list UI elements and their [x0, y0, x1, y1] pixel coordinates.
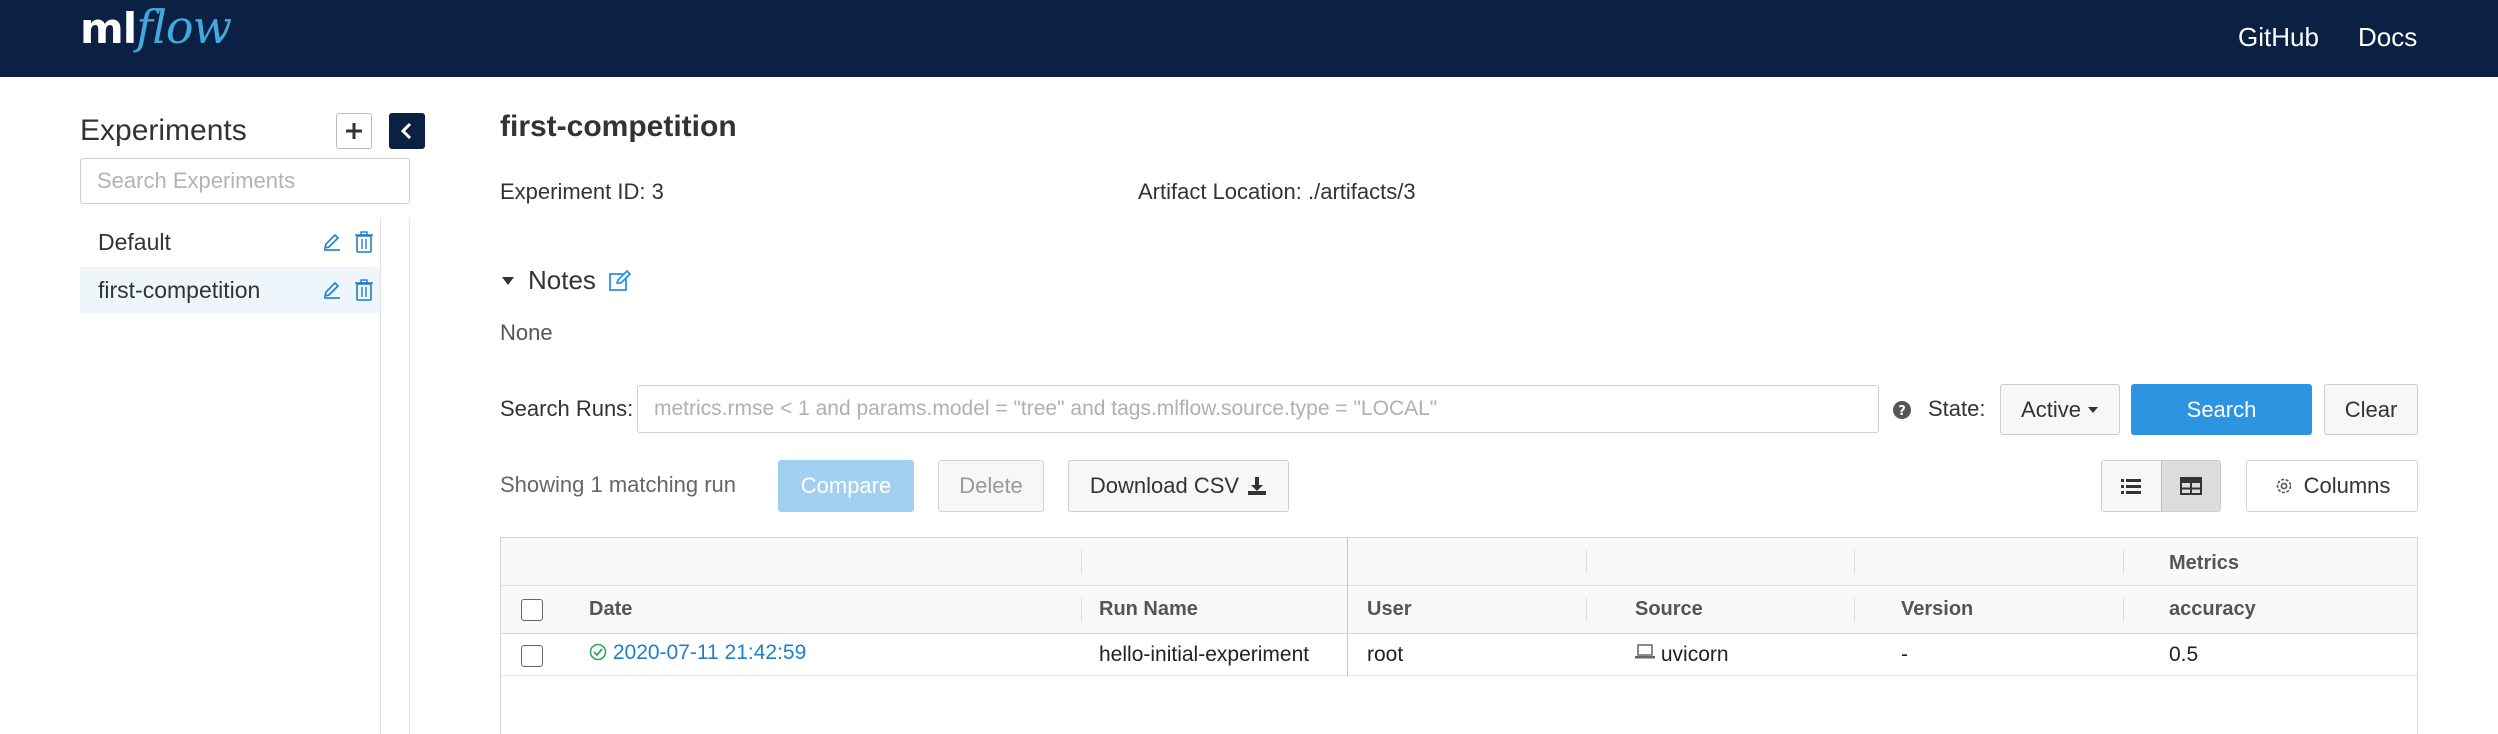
logo-ml-text: ml	[80, 4, 137, 53]
column-divider	[1081, 550, 1082, 574]
chevron-left-icon	[400, 122, 412, 140]
column-header-user[interactable]: User	[1367, 598, 1411, 621]
search-runs-input[interactable]	[637, 385, 1879, 433]
notes-content: None	[500, 320, 553, 345]
top-navbar: ml flow GitHub Docs	[0, 0, 2498, 77]
download-icon	[1248, 477, 1267, 495]
run-source-value: uvicorn	[1660, 643, 1729, 666]
column-header-source[interactable]: Source	[1635, 598, 1703, 621]
clear-button[interactable]: Clear	[2324, 384, 2418, 435]
state-value: Active	[2021, 396, 2081, 422]
column-divider	[1081, 598, 1082, 622]
edit-notes-icon[interactable]	[608, 269, 632, 293]
sidebar-scrollbar[interactable]	[380, 218, 410, 734]
table-header-row: Date Run Name User Source Version accura…	[501, 586, 2417, 634]
list-view-icon	[2121, 479, 2142, 494]
logo-flow-text: flow	[136, 0, 232, 54]
row-select-checkbox[interactable]	[521, 645, 543, 667]
gear-icon	[2276, 478, 2291, 494]
question-circle-icon[interactable]: ?	[1892, 400, 1912, 420]
notes-header[interactable]: Notes	[500, 265, 632, 296]
select-all-checkbox[interactable]	[521, 599, 543, 621]
experiment-id-label: Experiment ID:	[500, 179, 646, 204]
experiment-name: first-competition	[98, 276, 261, 303]
run-date-cell[interactable]: 2020-07-11 21:42:59	[589, 641, 806, 665]
experiment-item-first-competition[interactable]: first-competition	[80, 267, 380, 313]
column-header-accuracy[interactable]: accuracy	[2169, 598, 2256, 621]
caret-down-icon[interactable]	[500, 275, 516, 287]
trash-icon[interactable]	[354, 231, 374, 253]
run-name-cell: hello-initial-experiment	[1099, 643, 1310, 666]
download-csv-label: Download CSV	[1089, 473, 1240, 498]
table-view-icon	[2179, 477, 2202, 495]
state-label: State:	[1928, 396, 1986, 421]
pencil-icon[interactable]	[322, 279, 342, 299]
experiment-item-default[interactable]: Default	[80, 219, 380, 265]
table-row[interactable]: 2020-07-11 21:42:59 hello-initial-experi…	[501, 634, 2417, 676]
experiments-title: Experiments	[80, 114, 247, 147]
mlflow-logo[interactable]: ml flow	[80, 0, 232, 66]
page-title: first-competition	[500, 110, 737, 143]
download-csv-button[interactable]: Download CSV	[1068, 460, 1289, 512]
notes-label: Notes	[528, 265, 596, 295]
collapse-sidebar-button[interactable]	[389, 113, 425, 149]
columns-label: Columns	[2303, 473, 2391, 498]
matching-runs-count: Showing 1 matching run	[500, 472, 737, 497]
columns-button[interactable]: Columns	[2246, 460, 2418, 512]
github-link[interactable]: GitHub	[2238, 22, 2319, 53]
experiment-name: Default	[98, 228, 171, 255]
search-button[interactable]: Search	[2131, 384, 2312, 435]
artifact-location-value: ./artifacts/3	[1308, 179, 1416, 204]
experiment-id: Experiment ID: 3	[500, 179, 664, 205]
svg-text:?: ?	[1898, 404, 1906, 419]
run-user-cell: root	[1367, 643, 1404, 666]
table-group-header: Metrics	[501, 538, 2417, 586]
compare-button[interactable]: Compare	[778, 460, 914, 512]
check-circle-icon	[589, 643, 607, 661]
laptop-icon	[1635, 644, 1655, 659]
table-view-button[interactable]	[2160, 461, 2220, 511]
column-header-run-name[interactable]: Run Name	[1099, 598, 1198, 621]
column-divider	[2123, 598, 2124, 622]
view-mode-toggle[interactable]	[2101, 460, 2221, 512]
trash-icon[interactable]	[354, 279, 374, 301]
search-runs-label: Search Runs:	[500, 396, 634, 421]
run-source-cell: uvicorn	[1635, 643, 1729, 667]
plus-icon	[346, 123, 362, 139]
add-experiment-button[interactable]	[336, 113, 372, 149]
column-header-version[interactable]: Version	[1901, 598, 1973, 621]
column-divider	[1854, 598, 1855, 622]
column-divider	[2123, 550, 2124, 574]
artifact-location-label: Artifact Location:	[1138, 179, 1302, 204]
pencil-icon[interactable]	[322, 231, 342, 251]
runs-table: Metrics Date Run Name User Source Versio…	[500, 537, 2418, 734]
column-divider	[1854, 550, 1855, 574]
state-dropdown[interactable]: Active	[2000, 384, 2120, 435]
frozen-column-divider	[1347, 538, 1348, 676]
caret-down-icon	[2087, 406, 2098, 413]
column-divider	[1586, 598, 1587, 622]
column-divider	[1586, 550, 1587, 574]
experiment-id-value: 3	[651, 179, 664, 204]
artifact-location: Artifact Location: ./artifacts/3	[1138, 179, 1416, 205]
run-date-link[interactable]: 2020-07-11 21:42:59	[613, 641, 806, 664]
run-version-cell: -	[1901, 643, 1908, 666]
delete-button[interactable]: Delete	[938, 460, 1044, 512]
column-header-date[interactable]: Date	[589, 598, 632, 621]
run-accuracy-cell: 0.5	[2169, 643, 2199, 666]
list-view-button[interactable]	[2102, 461, 2161, 511]
docs-link[interactable]: Docs	[2358, 22, 2417, 53]
search-experiments-input[interactable]	[80, 158, 410, 204]
metrics-group-header: Metrics	[2169, 552, 2240, 574]
